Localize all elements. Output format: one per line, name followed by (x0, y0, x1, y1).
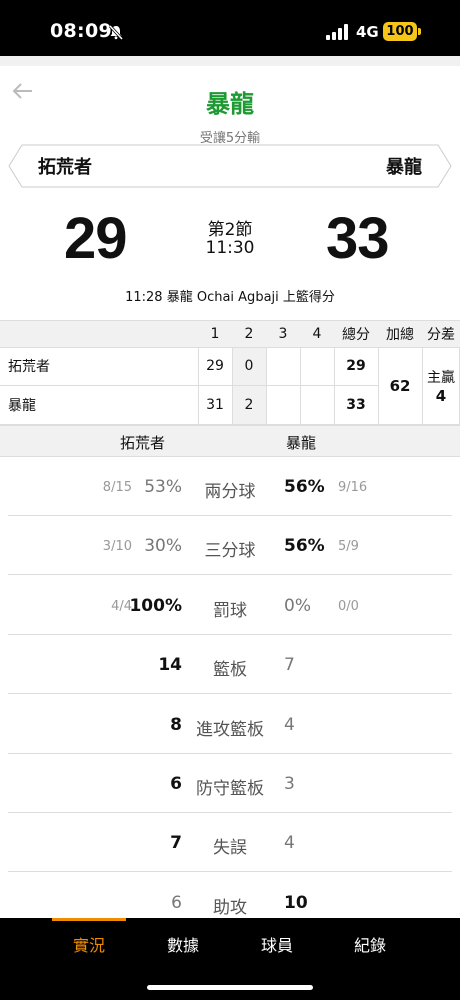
box-score-table: 1 2 3 4 總分 加總 分差 拓荒者 29 0 29 暴龍 31 2 33 … (0, 320, 460, 425)
stat-label: 防守籃板 (196, 779, 264, 799)
stat-label: 兩分球 (204, 482, 256, 502)
signal-icon (326, 24, 348, 40)
diff-label: 主贏 (427, 369, 455, 386)
stats-header: 拓荒者 暴龍 (0, 425, 460, 457)
row-away-q2: 0 (244, 358, 254, 374)
point-diff-cell: 主贏 4 (422, 347, 460, 424)
row-home-q1: 31 (206, 396, 224, 413)
stat-home-value: 3 (284, 774, 295, 794)
stat-home-value: 10 (284, 892, 308, 913)
header-q4: 4 (312, 325, 322, 342)
stat-row: 3/10 30% 三分球 56% 5/9 (8, 516, 452, 576)
row-home-q3 (266, 385, 300, 424)
stat-label: 罰球 (213, 600, 247, 621)
tab-stats[interactable]: 數據 (143, 932, 223, 956)
bell-muted-icon (108, 24, 124, 40)
stat-home-detail: 5/9 (338, 539, 359, 555)
status-time: 08:09 (50, 20, 112, 42)
stat-home-detail: 9/16 (338, 480, 368, 495)
stat-label: 進攻籃板 (196, 719, 264, 740)
row-away-q4 (300, 347, 334, 385)
row-home-total: 33 (346, 396, 366, 413)
home-indicator (147, 985, 313, 990)
stat-away-value: 30% (144, 536, 182, 557)
header-total: 總分 (342, 326, 370, 343)
tab-live[interactable]: 實況 (49, 932, 129, 956)
network-type: 4G (356, 23, 379, 41)
stat-row: 8/15 53% 兩分球 56% 9/16 (8, 457, 452, 516)
stat-home-value: 4 (284, 833, 295, 854)
period-label: 第2節 (207, 220, 253, 240)
stat-home-value: 56% (284, 477, 325, 497)
stat-home-value: 4 (284, 714, 295, 735)
stat-away-value: 53% (144, 477, 182, 497)
stat-row: 14 籃板 7 (8, 635, 452, 695)
status-bar: 08:09 4G 100 (0, 0, 460, 56)
row-away-total: 29 (346, 358, 366, 374)
active-tab-indicator (52, 918, 126, 921)
header-sum: 加總 (386, 326, 414, 343)
away-team-name: 拓荒者 (38, 157, 92, 178)
stat-home-value: 7 (284, 655, 295, 676)
row-home-team: 暴龍 (8, 397, 36, 414)
stat-row: 8 進攻籃板 4 (8, 695, 452, 754)
battery-tip (418, 28, 421, 35)
header-diff: 分差 (427, 326, 455, 343)
home-score: 33 (326, 206, 390, 271)
stats-header-away: 拓荒者 (120, 434, 166, 452)
header-q3: 3 (278, 325, 288, 342)
row-home-q4 (300, 385, 334, 424)
stat-home-value: 56% (284, 536, 325, 557)
stat-label: 三分球 (204, 541, 256, 562)
away-score: 29 (64, 206, 128, 271)
row-home-q2: 2 (244, 396, 254, 413)
header-q2: 2 (244, 325, 254, 342)
diff-value: 4 (435, 386, 447, 405)
header-q1: 1 (210, 325, 220, 342)
stat-label: 助攻 (213, 897, 247, 918)
stat-home-value: 0% (284, 595, 311, 616)
row-away-q1: 29 (206, 358, 224, 374)
page-title: 暴龍 (206, 90, 254, 118)
battery-icon: 100 (383, 22, 417, 41)
home-team-name: 暴龍 (386, 157, 422, 178)
stats-header-home: 暴龍 (286, 434, 317, 452)
game-clock: 11:30 (205, 238, 255, 258)
top-divider (0, 56, 460, 66)
stat-away-detail: 3/10 (102, 539, 132, 555)
stat-away-value: 100% (129, 595, 182, 616)
row-away-q3 (266, 347, 300, 385)
tab-records[interactable]: 紀錄 (330, 932, 410, 956)
combined-total: 62 (389, 376, 411, 395)
tab-players[interactable]: 球員 (237, 932, 317, 956)
row-away-team: 拓荒者 (8, 359, 50, 375)
stat-row: 6 防守籃板 3 (8, 754, 452, 813)
stat-label: 籃板 (213, 660, 247, 681)
stat-away-detail: 8/15 (102, 480, 132, 495)
last-play-text: 11:28 暴龍 Ochai Agbaji 上籃得分 (125, 290, 335, 305)
stat-row: 7 失誤 4 (8, 813, 452, 873)
stat-home-detail: 0/0 (338, 598, 359, 614)
stat-label: 失誤 (213, 838, 247, 859)
stat-row: 4/4 100% 罰球 0% 0/0 (8, 576, 452, 635)
